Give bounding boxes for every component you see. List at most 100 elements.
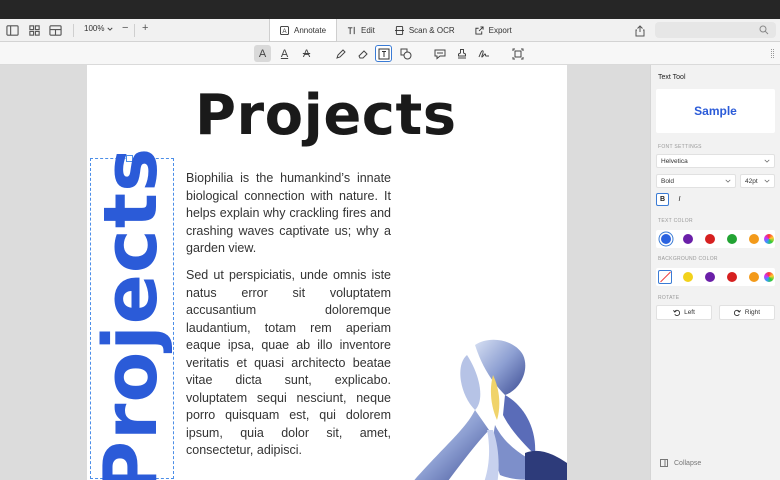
svg-text:A: A <box>282 28 287 35</box>
iris-flower-image <box>414 339 567 480</box>
collapse-panel-button[interactable]: Collapse <box>660 459 701 467</box>
text-box-icon <box>378 48 389 59</box>
italic-toggle[interactable]: I <box>673 193 686 206</box>
text-color-swatch-orange[interactable] <box>749 234 759 244</box>
zoom-in-button[interactable]: + <box>142 22 148 34</box>
sidebar-toggle-icon[interactable] <box>6 24 19 37</box>
pen-icon <box>335 48 346 59</box>
scan-icon <box>394 26 404 35</box>
export-icon <box>475 26 484 35</box>
bg-color-swatch-orange[interactable] <box>749 272 759 282</box>
pdf-page: Projects Biophilia is the humankind’s in… <box>87 65 567 480</box>
toolbar-grip-handle[interactable] <box>771 49 774 58</box>
toolbar-divider <box>134 24 135 37</box>
rotated-text-annotation[interactable]: Projects <box>88 147 174 480</box>
edit-text-icon <box>347 26 355 35</box>
toolbar-divider <box>73 24 74 37</box>
comment-icon <box>434 49 445 60</box>
color-picker-icon[interactable] <box>764 272 774 282</box>
text-highlight-glyph: A <box>258 47 267 60</box>
text-color-swatch-purple[interactable] <box>683 234 693 244</box>
color-picker-icon[interactable] <box>764 234 774 244</box>
font-size-value: 42pt <box>745 177 758 185</box>
text-color-swatch-green[interactable] <box>727 234 737 244</box>
font-size-select[interactable]: 42pt <box>740 174 775 188</box>
chevron-down-icon <box>764 179 770 183</box>
text-box-tool[interactable] <box>375 45 392 62</box>
tab-export[interactable]: Export <box>465 19 522 42</box>
document-canvas: Projects Biophilia is the humankind’s in… <box>0 65 650 480</box>
text-color-swatch-blue[interactable] <box>661 234 671 244</box>
rotate-right-button[interactable]: Right <box>719 305 775 320</box>
font-family-select[interactable]: Helvetica <box>656 154 775 168</box>
share-icon[interactable] <box>634 24 646 37</box>
stamp-icon <box>457 48 466 58</box>
tab-annotate-label: Annotate <box>294 26 327 35</box>
text-strike-glyph: A <box>302 47 311 60</box>
font-weight-select[interactable]: Bold <box>656 174 736 188</box>
text-tool-panel: Text Tool Sample FONT SETTINGS Helvetica… <box>650 65 780 480</box>
rotate-label: ROTATE <box>658 295 680 301</box>
text-underline-tool[interactable]: A <box>276 45 293 62</box>
grid-view-icon[interactable] <box>28 24 41 37</box>
text-color-palette <box>656 230 775 248</box>
bg-color-swatch-red[interactable] <box>727 272 737 282</box>
eraser-icon <box>357 49 368 58</box>
rotate-left-label: Left <box>684 309 695 316</box>
shapes-tool[interactable] <box>397 45 414 62</box>
text-highlight-tool[interactable]: A <box>254 45 271 62</box>
pen-tool[interactable] <box>332 45 349 62</box>
tab-edit-label: Edit <box>361 26 375 35</box>
crop-tool[interactable] <box>509 45 526 62</box>
bold-toggle[interactable]: B <box>656 193 669 206</box>
collapse-icon <box>660 459 668 467</box>
text-strikethrough-tool[interactable]: A <box>298 45 315 62</box>
panel-title: Text Tool <box>658 74 686 81</box>
body-paragraph: Biophilia is the humankind’s innate biol… <box>186 171 391 255</box>
tab-edit[interactable]: Edit <box>337 19 385 42</box>
signature-tool[interactable] <box>475 45 492 62</box>
mode-tabs: A Annotate Edit Scan & OCR Export <box>269 19 522 42</box>
zoom-value: 100% <box>84 24 105 33</box>
chevron-down-icon <box>764 159 770 163</box>
search-field[interactable] <box>655 22 776 38</box>
font-weight-value: Bold <box>661 177 675 185</box>
rotate-right-icon <box>733 309 741 316</box>
text-color-label: TEXT COLOR <box>658 218 693 224</box>
tab-annotate[interactable]: A Annotate <box>269 19 338 42</box>
body-paragraph: Sed ut perspiciatis, unde omnis iste nat… <box>186 268 391 457</box>
tab-scan-ocr-label: Scan & OCR <box>408 26 455 35</box>
chevron-down-icon <box>107 27 114 31</box>
shapes-icon <box>400 48 411 59</box>
text-underline-glyph: A <box>280 47 289 60</box>
annotate-toolbar: A A A <box>0 42 780 65</box>
no-fill-swatch[interactable] <box>658 270 672 284</box>
page-title: Projects <box>195 83 457 148</box>
tab-export-label: Export <box>488 26 512 35</box>
search-icon <box>759 25 769 35</box>
text-color-swatch-red[interactable] <box>705 234 715 244</box>
bg-color-swatch-purple[interactable] <box>705 272 715 282</box>
font-preview-text: Sample <box>694 104 737 118</box>
collapse-label: Collapse <box>674 459 702 467</box>
font-settings-label: FONT SETTINGS <box>658 144 702 150</box>
page-view-icon[interactable] <box>49 24 62 37</box>
bg-color-swatch-yellow[interactable] <box>683 272 693 282</box>
chevron-down-icon <box>725 179 731 183</box>
comment-tool[interactable] <box>431 45 448 62</box>
zoom-select[interactable]: 100% <box>84 24 114 33</box>
eraser-tool[interactable] <box>354 45 371 62</box>
window-titlebar <box>0 0 780 19</box>
background-color-label: BACKGROUND COLOR <box>658 256 718 262</box>
tab-scan-ocr[interactable]: Scan & OCR <box>385 19 465 42</box>
font-family-value: Helvetica <box>661 157 688 165</box>
zoom-out-button[interactable]: − <box>122 22 128 34</box>
rotate-left-icon <box>673 309 681 316</box>
stamp-tool[interactable] <box>453 45 470 62</box>
font-preview: Sample <box>656 89 775 133</box>
rotate-right-label: Right <box>744 309 761 316</box>
crop-icon <box>512 48 523 59</box>
signature-icon <box>478 49 489 58</box>
annotate-icon: A <box>280 26 289 35</box>
rotate-left-button[interactable]: Left <box>656 305 712 320</box>
